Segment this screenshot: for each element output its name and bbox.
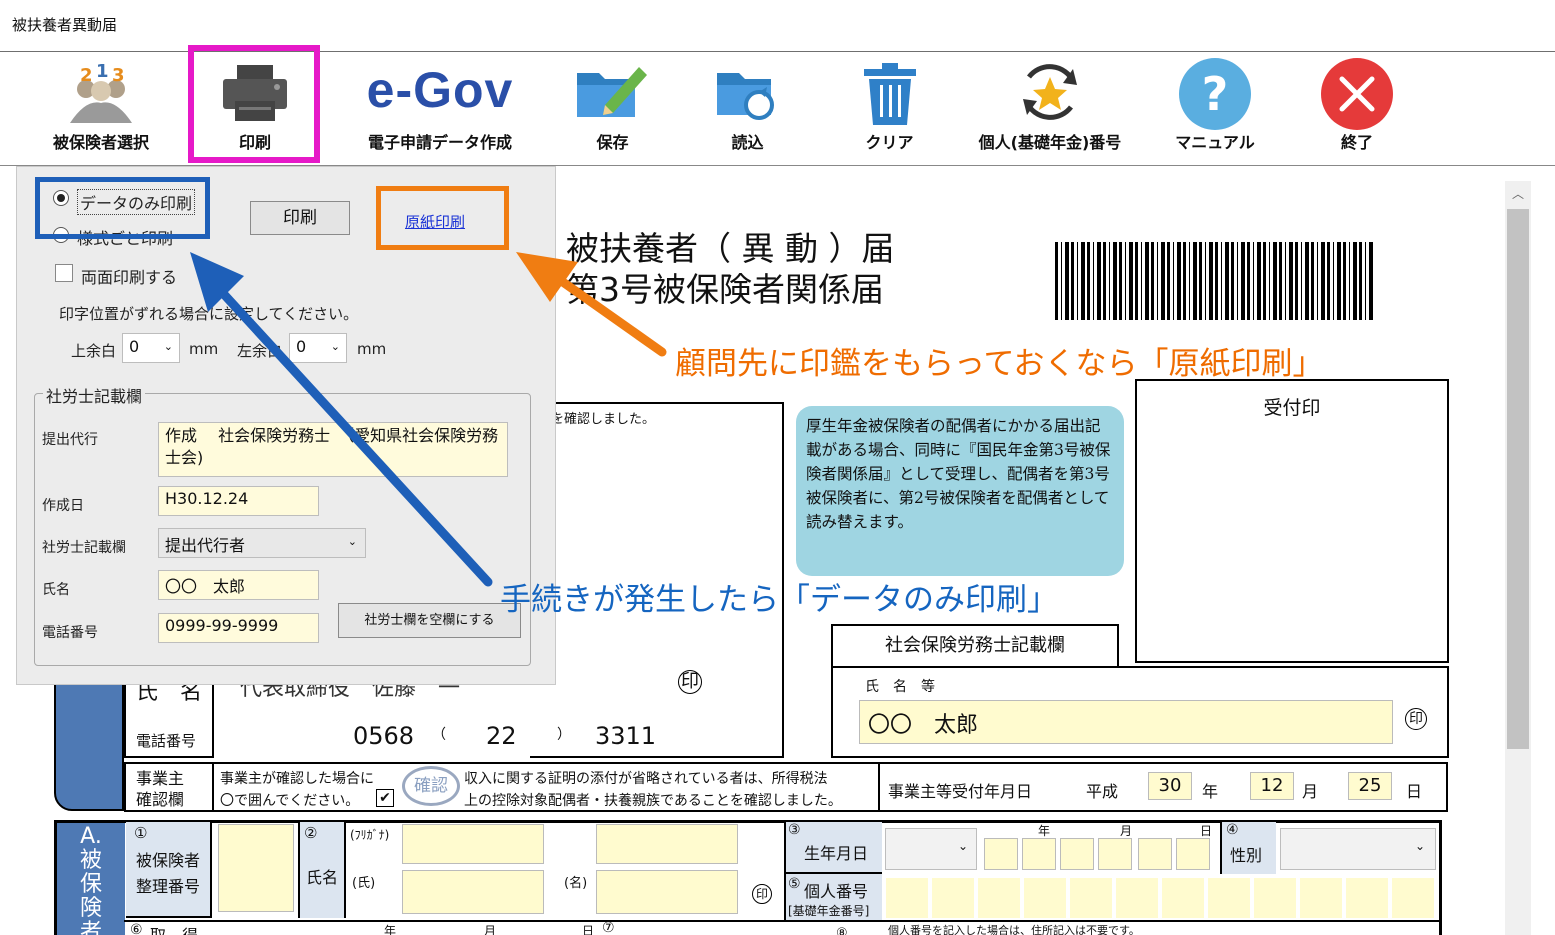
orange-arrow-line <box>555 275 667 357</box>
blue-annotation: 手続きが発生したら「データのみ印刷」 <box>500 582 1058 618</box>
blue-arrow-line <box>215 285 493 587</box>
annotation-arrows <box>190 252 667 587</box>
orange-annotation: 顧問先に印鑑をもらっておくなら「原紙印刷」 <box>675 346 1324 382</box>
orange-arrow-head <box>516 252 578 302</box>
